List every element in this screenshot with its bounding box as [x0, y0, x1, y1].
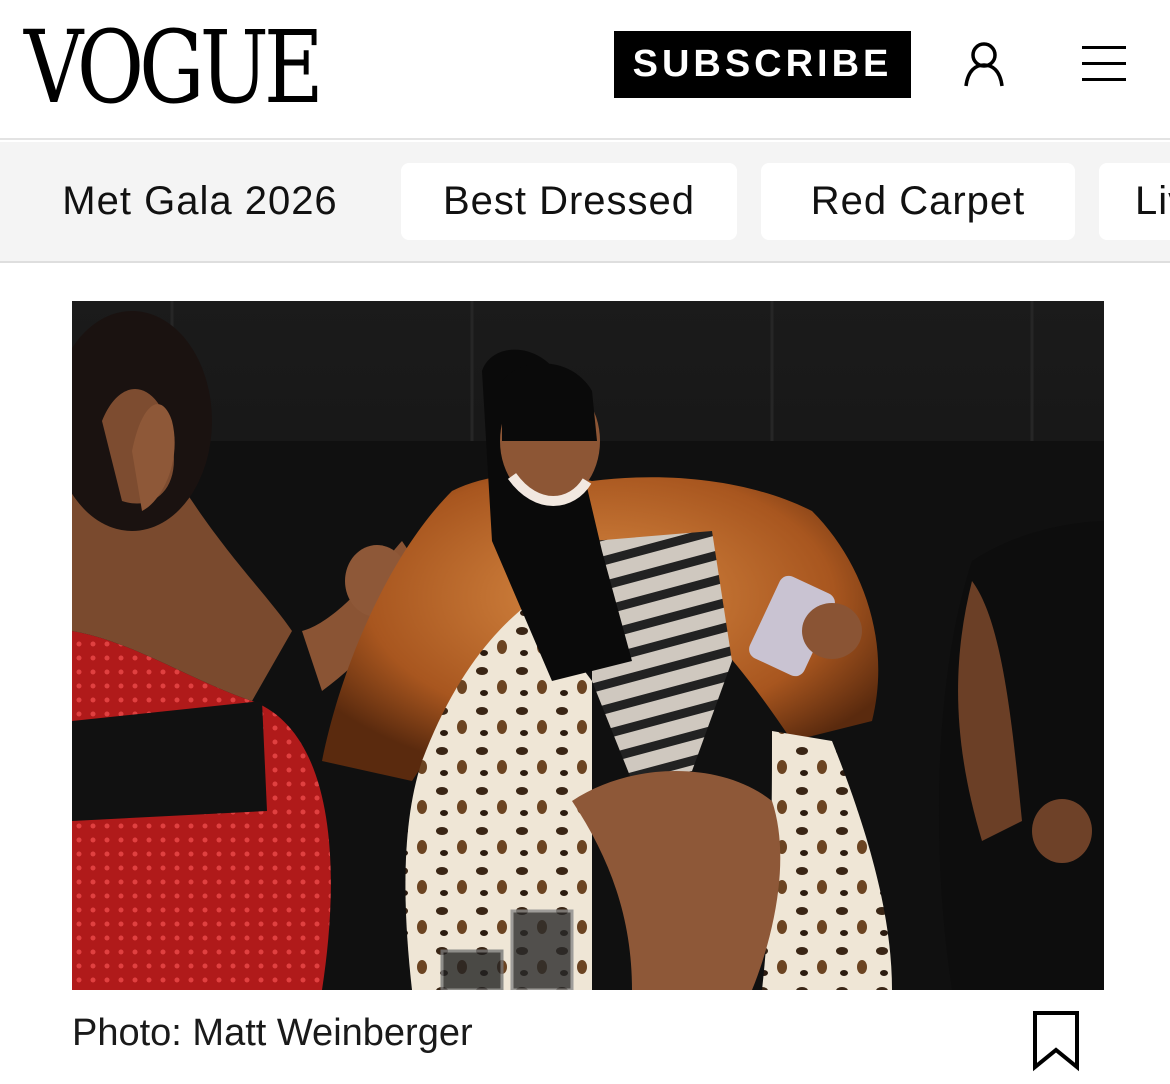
account-icon[interactable]	[960, 40, 1008, 90]
section-nav: Met Gala 2026 Best Dressed Red Carpet Li…	[0, 142, 1170, 263]
nav-chip-met-gala-2026[interactable]: Met Gala 2026	[30, 163, 370, 240]
vogue-logo[interactable]: VOGUE	[24, 18, 324, 118]
site-header: VOGUE SUBSCRIBE	[0, 0, 1170, 140]
photo-credit: Photo: Matt Weinberger	[72, 1012, 473, 1054]
nav-chip-red-carpet[interactable]: Red Carpet	[761, 163, 1075, 240]
nav-chip-live[interactable]: Liv	[1099, 163, 1170, 240]
article-photo	[72, 301, 1104, 990]
subscribe-button[interactable]: SUBSCRIBE	[614, 31, 911, 98]
nav-chip-best-dressed[interactable]: Best Dressed	[401, 163, 737, 240]
hamburger-menu-icon[interactable]	[1080, 42, 1128, 84]
party-photo-illustration	[72, 301, 1104, 990]
bookmark-icon[interactable]	[1030, 1010, 1082, 1072]
